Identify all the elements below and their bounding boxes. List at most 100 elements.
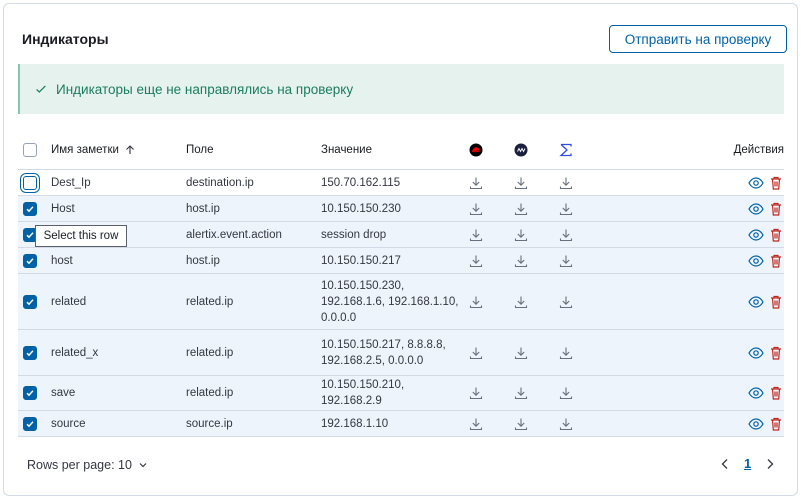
- download-icon[interactable]: [469, 346, 483, 360]
- sort-ascending-icon: [126, 145, 134, 154]
- delete-trash-icon[interactable]: [768, 253, 784, 269]
- download-icon[interactable]: [514, 417, 528, 431]
- note-name: Host: [51, 202, 75, 215]
- pagination: 1: [720, 456, 775, 471]
- sigma-icon: [556, 130, 576, 170]
- note-name: source: [51, 417, 86, 430]
- delete-trash-icon[interactable]: [768, 201, 784, 217]
- table-row: source source.ip 192.168.1.10: [18, 411, 784, 437]
- column-header-value: Значение: [321, 144, 372, 156]
- field-name: related.ip: [186, 295, 234, 308]
- select-row-tooltip: Select this row: [35, 225, 127, 247]
- note-name: related: [51, 295, 87, 308]
- download-icon[interactable]: [514, 228, 528, 242]
- indicator-value: 10.150.150.230, 192.168.1.6, 192.168.1.1…: [321, 279, 459, 324]
- table-row: related related.ip 10.150.150.230, 192.168…: [18, 274, 784, 330]
- view-eye-icon[interactable]: [748, 294, 764, 310]
- submit-for-review-button[interactable]: Отправить на проверку: [609, 25, 787, 53]
- download-icon[interactable]: [559, 228, 573, 242]
- table-row: host host.ip 10.150.150.217: [18, 248, 784, 274]
- rows-per-page-label: Rows per page: 10: [27, 458, 132, 472]
- indicator-value: 10.150.150.217, 8.8.8.8, 192.168.2.5, 0.…: [321, 338, 446, 367]
- download-icon[interactable]: [514, 176, 528, 190]
- table-row: save related.ip 10.150.150.210, 192.168.2.…: [18, 376, 784, 411]
- field-name: related.ip: [186, 387, 234, 399]
- callout-text: Индикаторы еще не направлялись на провер…: [56, 81, 354, 97]
- field-name: host.ip: [186, 254, 220, 267]
- delete-trash-icon[interactable]: [768, 345, 784, 361]
- indicator-value: session drop: [321, 228, 387, 241]
- field-name: related.ip: [186, 346, 234, 359]
- chevron-down-icon: [139, 463, 147, 468]
- row-checkbox[interactable]: [23, 386, 37, 400]
- view-eye-icon[interactable]: [748, 385, 764, 401]
- delete-trash-icon[interactable]: [768, 416, 784, 432]
- download-icon[interactable]: [514, 386, 528, 400]
- note-name: Dest_Ip: [51, 176, 91, 189]
- delete-trash-icon[interactable]: [768, 294, 784, 310]
- status-callout: Индикаторы еще не направлялись на провер…: [18, 64, 784, 114]
- download-icon[interactable]: [469, 417, 483, 431]
- next-page-icon[interactable]: [765, 458, 775, 470]
- red-hat-logo-icon: [466, 130, 486, 170]
- field-name: host.ip: [186, 202, 220, 215]
- column-header-name[interactable]: Имя заметки: [51, 130, 136, 170]
- download-icon[interactable]: [469, 228, 483, 242]
- row-checkbox[interactable]: [23, 175, 37, 190]
- indicator-value: 192.168.1.10: [321, 417, 389, 430]
- rows-per-page-selector[interactable]: Rows per page: 10: [27, 458, 148, 472]
- table-row: related_x related.ip 10.150.150.217, 8.8.8…: [18, 330, 784, 376]
- view-eye-icon[interactable]: [748, 416, 764, 432]
- delete-trash-icon[interactable]: [768, 175, 784, 191]
- panel-title: Индикаторы: [22, 31, 109, 47]
- download-icon[interactable]: [469, 202, 483, 216]
- download-icon[interactable]: [469, 386, 483, 400]
- delete-trash-icon[interactable]: [768, 385, 784, 401]
- download-icon[interactable]: [469, 295, 483, 309]
- table-row: Host host.ip 10.150.150.230: [18, 196, 784, 222]
- download-icon[interactable]: [559, 254, 573, 268]
- download-icon[interactable]: [559, 295, 573, 309]
- note-name: host: [51, 254, 73, 267]
- column-header-actions: Действия: [733, 144, 784, 156]
- indicator-value: 10.150.150.210, 192.168.2.9: [321, 379, 405, 407]
- check-icon: [36, 85, 46, 93]
- previous-page-icon[interactable]: [720, 458, 730, 470]
- column-header-field: Поле: [186, 144, 214, 156]
- delete-trash-icon[interactable]: [768, 227, 784, 243]
- row-checkbox[interactable]: [23, 201, 37, 216]
- download-icon[interactable]: [559, 417, 573, 431]
- indicator-value: 10.150.150.217: [321, 254, 401, 267]
- field-name: alertix.event.action: [186, 228, 282, 241]
- download-icon[interactable]: [559, 386, 573, 400]
- view-eye-icon[interactable]: [748, 253, 764, 269]
- row-checkbox[interactable]: [23, 253, 37, 268]
- download-icon[interactable]: [469, 254, 483, 268]
- view-eye-icon[interactable]: [748, 345, 764, 361]
- indicator-value: 10.150.150.230: [321, 202, 401, 215]
- download-icon[interactable]: [514, 346, 528, 360]
- dark-circle-logo-icon: [511, 130, 531, 170]
- select-all-checkbox[interactable]: [23, 143, 37, 157]
- row-checkbox[interactable]: [23, 416, 37, 431]
- view-eye-icon[interactable]: [748, 227, 764, 243]
- download-icon[interactable]: [559, 176, 573, 190]
- page-1-link[interactable]: 1: [744, 456, 751, 471]
- field-name: destination.ip: [186, 176, 254, 189]
- row-checkbox[interactable]: [23, 294, 37, 309]
- row-checkbox[interactable]: [23, 345, 37, 360]
- download-icon[interactable]: [559, 202, 573, 216]
- download-icon[interactable]: [514, 202, 528, 216]
- download-icon[interactable]: [514, 295, 528, 309]
- table-row: alertix.event.action session drop: [18, 222, 784, 248]
- table-header: Имя заметки Поле Значение Действия: [18, 130, 784, 170]
- note-name: save: [51, 387, 76, 399]
- download-icon[interactable]: [559, 346, 573, 360]
- note-name: related_x: [51, 346, 99, 359]
- table-row: Dest_Ip destination.ip 150.70.162.115: [18, 170, 784, 196]
- view-eye-icon[interactable]: [748, 175, 764, 191]
- download-icon[interactable]: [514, 254, 528, 268]
- field-name: source.ip: [186, 417, 233, 430]
- download-icon[interactable]: [469, 176, 483, 190]
- view-eye-icon[interactable]: [748, 201, 764, 217]
